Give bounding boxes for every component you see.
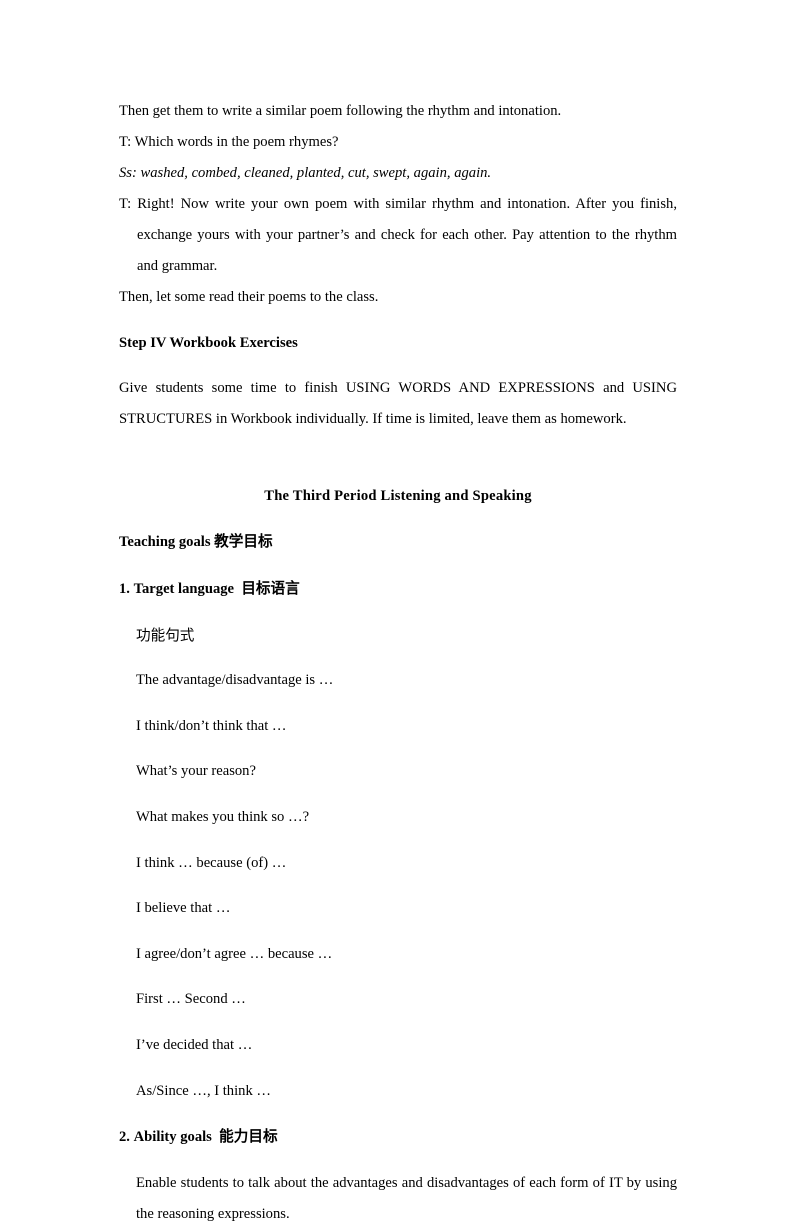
list-item: What’s your reason? <box>136 763 256 780</box>
list-item: As/Since …, I think … <box>136 1082 271 1099</box>
target-language-label-cn: 目标语言 <box>241 579 300 597</box>
target-language-heading: 1. Target language 目标语言 <box>119 573 677 605</box>
functional-patterns-subheading: 功能句式 <box>136 626 195 644</box>
instruction-line-write-similar-poem: Then get them to write a similar poem fo… <box>119 103 562 119</box>
teaching-goals-label-cn: 教学目标 <box>214 533 273 551</box>
ability-goals-label-en: Ability goals <box>133 1129 212 1146</box>
ability-goals-number: 2. <box>119 1129 130 1146</box>
list-item: I’ve decided that … <box>136 1036 253 1053</box>
students-answer-rhyming-words: Ss: washed, combed, cleaned, planted, cu… <box>119 165 492 181</box>
third-period-block: The Third Period Listening and Speaking … <box>119 481 677 1230</box>
page-title: The Third Period Listening and Speaking <box>264 487 532 504</box>
instruction-line-read-poems: Then, let some read their poems to the c… <box>119 289 379 305</box>
teaching-goals-heading: Teaching goals 教学目标 <box>119 526 677 558</box>
list-item: I think/don’t think that … <box>136 717 287 734</box>
list-item: First … Second … <box>136 991 246 1008</box>
lesson-continuation-block: Then get them to write a similar poem fo… <box>119 96 677 435</box>
document-body: Then get them to write a similar poem fo… <box>119 96 677 1230</box>
list-item: What makes you think so …? <box>136 808 310 825</box>
list-item: I think … because (of) … <box>136 854 287 871</box>
document-page: Then get them to write a similar poem fo… <box>0 0 794 1222</box>
teaching-goals-label-en: Teaching goals <box>119 534 211 551</box>
list-item: The advantage/disadvantage is … <box>136 672 334 689</box>
target-language-expression-list: The advantage/disadvantage is … I think/… <box>119 665 677 1106</box>
list-item: I agree/don’t agree … because … <box>136 945 333 962</box>
ability-goals-heading: 2. Ability goals 能力目标 <box>119 1121 677 1153</box>
step-four-heading: Step IV Workbook Exercises <box>119 334 298 351</box>
target-language-number: 1. <box>119 580 130 597</box>
teacher-instruction-write-own-poem: T: Right! Now write your own poem with s… <box>119 196 677 274</box>
ability-goals-body: Enable students to talk about the advant… <box>136 1174 677 1222</box>
target-language-label-en: Target language <box>133 580 235 597</box>
list-item: I believe that … <box>136 900 231 917</box>
teacher-question-rhymes: T: Which words in the poem rhymes? <box>119 134 339 150</box>
ability-goals-label-cn: 能力目标 <box>219 1128 278 1146</box>
workbook-exercises-paragraph: Give students some time to finish USING … <box>119 380 677 428</box>
section-gap-spacer <box>119 435 677 466</box>
